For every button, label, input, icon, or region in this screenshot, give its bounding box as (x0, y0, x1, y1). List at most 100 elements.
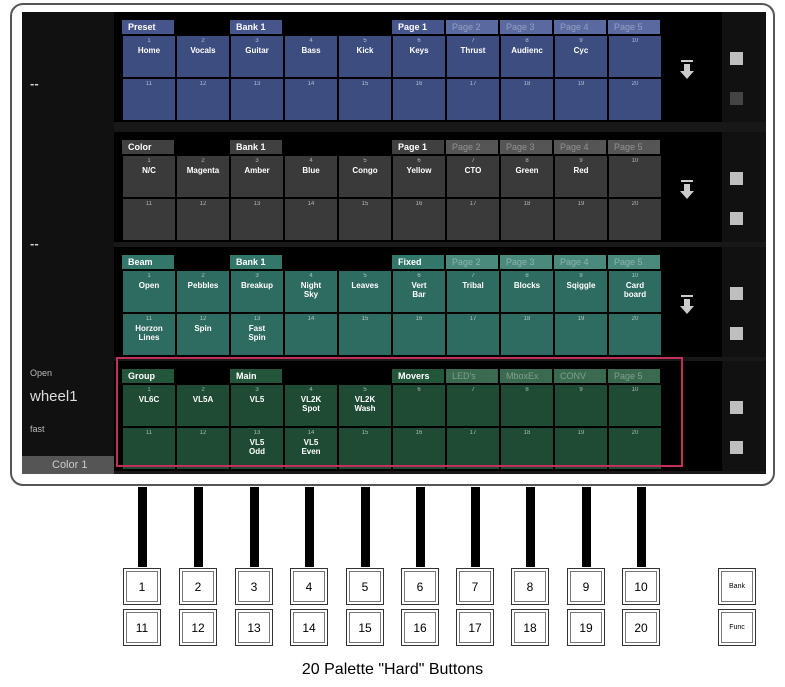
preset-palette-12[interactable]: 12 (176, 78, 230, 121)
preset-palette-18[interactable]: 18 (500, 78, 554, 121)
color-down-arrow-icon[interactable] (678, 180, 696, 200)
hard-button-17[interactable]: 17 (456, 609, 494, 646)
beam-palette-15[interactable]: 15 (338, 313, 392, 356)
hard-button-9[interactable]: 9 (567, 568, 605, 605)
group-palette-4[interactable]: 4 VL2K Spot (284, 384, 338, 427)
hard-button-1[interactable]: 1 (123, 568, 161, 605)
preset-bank-header[interactable]: Bank 1 (230, 20, 282, 34)
group-page-button[interactable] (730, 401, 743, 414)
color-page-tab[interactable]: Page 4 (554, 140, 606, 154)
hard-button-13[interactable]: 13 (235, 609, 273, 646)
color-palette-19[interactable]: 19 (554, 198, 608, 241)
beam-title-header[interactable]: Beam (122, 255, 174, 269)
hard-button-2[interactable]: 2 (179, 568, 217, 605)
group-palette-18[interactable]: 18 (500, 427, 554, 470)
beam-palette-20[interactable]: 20 (608, 313, 662, 356)
beam-page-tab[interactable]: Page 2 (446, 255, 498, 269)
func-button[interactable]: Func (718, 609, 756, 646)
beam-palette-2[interactable]: 2 Pebbles (176, 270, 230, 313)
group-bank-header[interactable]: Main (230, 369, 282, 383)
hard-button-11[interactable]: 11 (123, 609, 161, 646)
group-page-tab[interactable]: Page 5 (608, 369, 660, 383)
color-title-header[interactable]: Color (122, 140, 174, 154)
preset-palette-7[interactable]: 7 Thrust (446, 35, 500, 78)
group-palette-10[interactable]: 10 (608, 384, 662, 427)
beam-page-tab[interactable]: Page 4 (554, 255, 606, 269)
group-palette-8[interactable]: 8 (500, 384, 554, 427)
beam-palette-17[interactable]: 17 (446, 313, 500, 356)
color-page-button-2[interactable] (730, 212, 743, 225)
preset-page-tab[interactable]: Page 2 (446, 20, 498, 34)
group-palette-5[interactable]: 5 VL2K Wash (338, 384, 392, 427)
beam-palette-12[interactable]: 12 Spin (176, 313, 230, 356)
group-palette-19[interactable]: 19 (554, 427, 608, 470)
beam-palette-3[interactable]: 3 Breakup (230, 270, 284, 313)
preset-palette-11[interactable]: 11 (122, 78, 176, 121)
group-page-header[interactable]: Movers (392, 369, 444, 383)
color-palette-14[interactable]: 14 (284, 198, 338, 241)
color-palette-8[interactable]: 8 Green (500, 155, 554, 198)
bank-button[interactable]: Bank (718, 568, 756, 605)
preset-palette-17[interactable]: 17 (446, 78, 500, 121)
beam-page-tab[interactable]: Page 5 (608, 255, 660, 269)
preset-palette-16[interactable]: 16 (392, 78, 446, 121)
hard-button-4[interactable]: 4 (290, 568, 328, 605)
beam-down-arrow-icon[interactable] (678, 295, 696, 315)
group-palette-14[interactable]: 14 VL5 Even (284, 427, 338, 470)
color-page-tab[interactable]: Page 2 (446, 140, 498, 154)
hard-button-20[interactable]: 20 (622, 609, 660, 646)
beam-palette-14[interactable]: 14 (284, 313, 338, 356)
hard-button-14[interactable]: 14 (290, 609, 328, 646)
beam-page-button-2[interactable] (730, 327, 743, 340)
group-palette-1[interactable]: 1 VL6C (122, 384, 176, 427)
color-page-tab[interactable]: Page 5 (608, 140, 660, 154)
color-palette-1[interactable]: 1 N/C (122, 155, 176, 198)
group-palette-7[interactable]: 7 (446, 384, 500, 427)
preset-page-tab[interactable]: Page 3 (500, 20, 552, 34)
group-palette-13[interactable]: 13 VL5 Odd (230, 427, 284, 470)
group-title-header[interactable]: Group (122, 369, 174, 383)
group-page-tab[interactable]: MboxEx (500, 369, 552, 383)
color-palette-11[interactable]: 11 (122, 198, 176, 241)
preset-page-tab[interactable]: Page 4 (554, 20, 606, 34)
beam-palette-8[interactable]: 8 Blocks (500, 270, 554, 313)
hard-button-10[interactable]: 10 (622, 568, 660, 605)
hard-button-3[interactable]: 3 (235, 568, 273, 605)
group-page-tab[interactable]: LED's (446, 369, 498, 383)
beam-palette-11[interactable]: 11 Horzon Lines (122, 313, 176, 356)
preset-palette-9[interactable]: 9 Cyc (554, 35, 608, 78)
color-palette-18[interactable]: 18 (500, 198, 554, 241)
beam-bank-header[interactable]: Bank 1 (230, 255, 282, 269)
hard-button-18[interactable]: 18 (511, 609, 549, 646)
color-palette-20[interactable]: 20 (608, 198, 662, 241)
color-palette-7[interactable]: 7 CTO (446, 155, 500, 198)
color-palette-3[interactable]: 3 Amber (230, 155, 284, 198)
hard-button-16[interactable]: 16 (401, 609, 439, 646)
preset-palette-19[interactable]: 19 (554, 78, 608, 121)
hard-button-15[interactable]: 15 (346, 609, 384, 646)
hard-button-5[interactable]: 5 (346, 568, 384, 605)
preset-palette-5[interactable]: 5 Kick (338, 35, 392, 78)
group-palette-12[interactable]: 12 (176, 427, 230, 470)
color-page-button[interactable] (730, 172, 743, 185)
color-palette-16[interactable]: 16 (392, 198, 446, 241)
preset-palette-6[interactable]: 6 Keys (392, 35, 446, 78)
group-palette-6[interactable]: 6 (392, 384, 446, 427)
hard-button-7[interactable]: 7 (456, 568, 494, 605)
group-palette-11[interactable]: 11 (122, 427, 176, 470)
color-page-header[interactable]: Page 1 (392, 140, 444, 154)
beam-page-header[interactable]: Fixed (392, 255, 444, 269)
color-palette-10[interactable]: 10 (608, 155, 662, 198)
preset-page-tab[interactable]: Page 5 (608, 20, 660, 34)
beam-palette-9[interactable]: 9 Sqiggle (554, 270, 608, 313)
preset-title-header[interactable]: Preset (122, 20, 174, 34)
color-palette-13[interactable]: 13 (230, 198, 284, 241)
preset-down-arrow-icon[interactable] (678, 60, 696, 80)
group-palette-9[interactable]: 9 (554, 384, 608, 427)
preset-palette-20[interactable]: 20 (608, 78, 662, 121)
beam-palette-16[interactable]: 16 (392, 313, 446, 356)
beam-palette-18[interactable]: 18 (500, 313, 554, 356)
preset-palette-10[interactable]: 10 (608, 35, 662, 78)
color-palette-2[interactable]: 2 Magenta (176, 155, 230, 198)
color-palette-4[interactable]: 4 Blue (284, 155, 338, 198)
